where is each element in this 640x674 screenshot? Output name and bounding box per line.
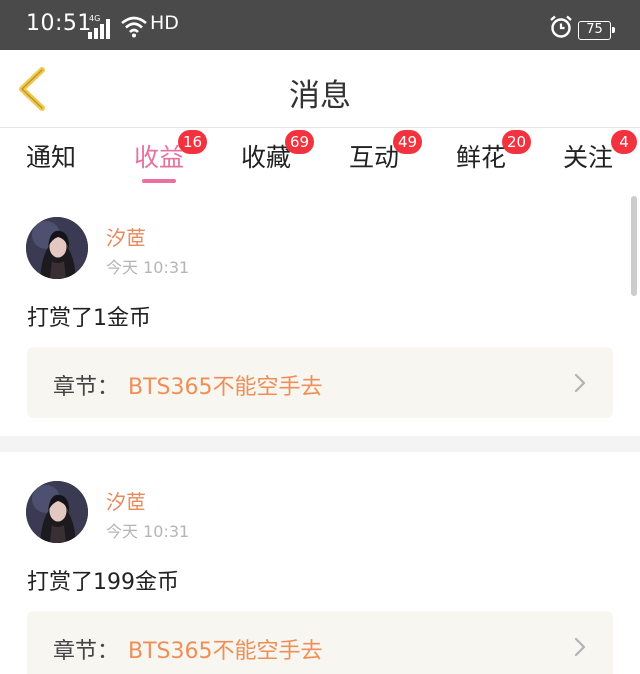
tab-follows[interactable]: 关注 4 (563, 130, 637, 174)
wifi-icon (121, 16, 147, 38)
chevron-right-icon (574, 637, 586, 657)
battery-indicator: 75 (578, 21, 615, 40)
message-text: 打赏了199金币 (27, 570, 179, 595)
list-item: 汐茝 今天 10:31 打赏了1金币 章节： BTS365不能空手去 (0, 184, 640, 436)
badge-count: 4 (611, 130, 637, 154)
chapter-label: 章节： (53, 639, 120, 664)
chevron-right-icon (574, 373, 586, 393)
avatar-image (26, 481, 88, 543)
tab-bar: 通知 收益 16 收藏 69 互动 49 鲜花 20 关注 4 (0, 128, 640, 184)
signal-icon (88, 19, 110, 39)
chapter-title: BTS365不能空手去 (128, 639, 323, 664)
timestamp: 今天 10:31 (106, 258, 190, 277)
tab-favorites[interactable]: 收藏 69 (241, 130, 315, 174)
tab-label: 收益 (134, 143, 185, 172)
tab-notifications[interactable]: 通知 (26, 138, 76, 174)
avatar[interactable] (26, 217, 88, 279)
chapter-title: BTS365不能空手去 (128, 375, 323, 400)
status-time: 10:51 (26, 11, 92, 36)
divider (0, 436, 640, 452)
hd-indicator: HD (150, 12, 179, 34)
chapter-link[interactable]: 章节： BTS365不能空手去 (27, 611, 613, 674)
username[interactable]: 汐茝 (106, 486, 146, 515)
tab-earnings[interactable]: 收益 16 (134, 130, 208, 174)
message-text: 打赏了1金币 (27, 306, 151, 331)
avatar[interactable] (26, 481, 88, 543)
tab-label: 互动 (349, 143, 400, 172)
header: 消息 (0, 50, 640, 128)
list-item: 汐茝 今天 10:31 打赏了199金币 章节： BTS365不能空手去 (0, 452, 640, 674)
tab-label: 收藏 (241, 143, 292, 172)
badge-count: 20 (502, 130, 532, 154)
badge-count: 16 (178, 130, 208, 154)
tab-label: 通知 (26, 143, 77, 172)
active-tab-indicator (142, 179, 176, 183)
tab-label: 鲜花 (456, 143, 507, 172)
tab-flowers[interactable]: 鲜花 20 (456, 130, 532, 174)
scrollbar[interactable] (631, 196, 637, 296)
timestamp: 今天 10:31 (106, 522, 190, 541)
status-bar: 10:51 4G HD 75 (0, 0, 640, 50)
username[interactable]: 汐茝 (106, 222, 146, 251)
tab-interactions[interactable]: 互动 49 (349, 130, 423, 174)
badge-count: 49 (393, 130, 423, 154)
alarm-clock-icon (550, 15, 572, 38)
avatar-image (26, 217, 88, 279)
page-title: 消息 (289, 78, 351, 114)
chapter-label: 章节： (53, 375, 120, 400)
badge-count: 69 (285, 130, 315, 154)
message-feed[interactable]: 汐茝 今天 10:31 打赏了1金币 章节： BTS365不能空手去 汐茝 今天… (0, 184, 640, 674)
chapter-link[interactable]: 章节： BTS365不能空手去 (27, 347, 613, 418)
tab-label: 关注 (563, 143, 614, 172)
